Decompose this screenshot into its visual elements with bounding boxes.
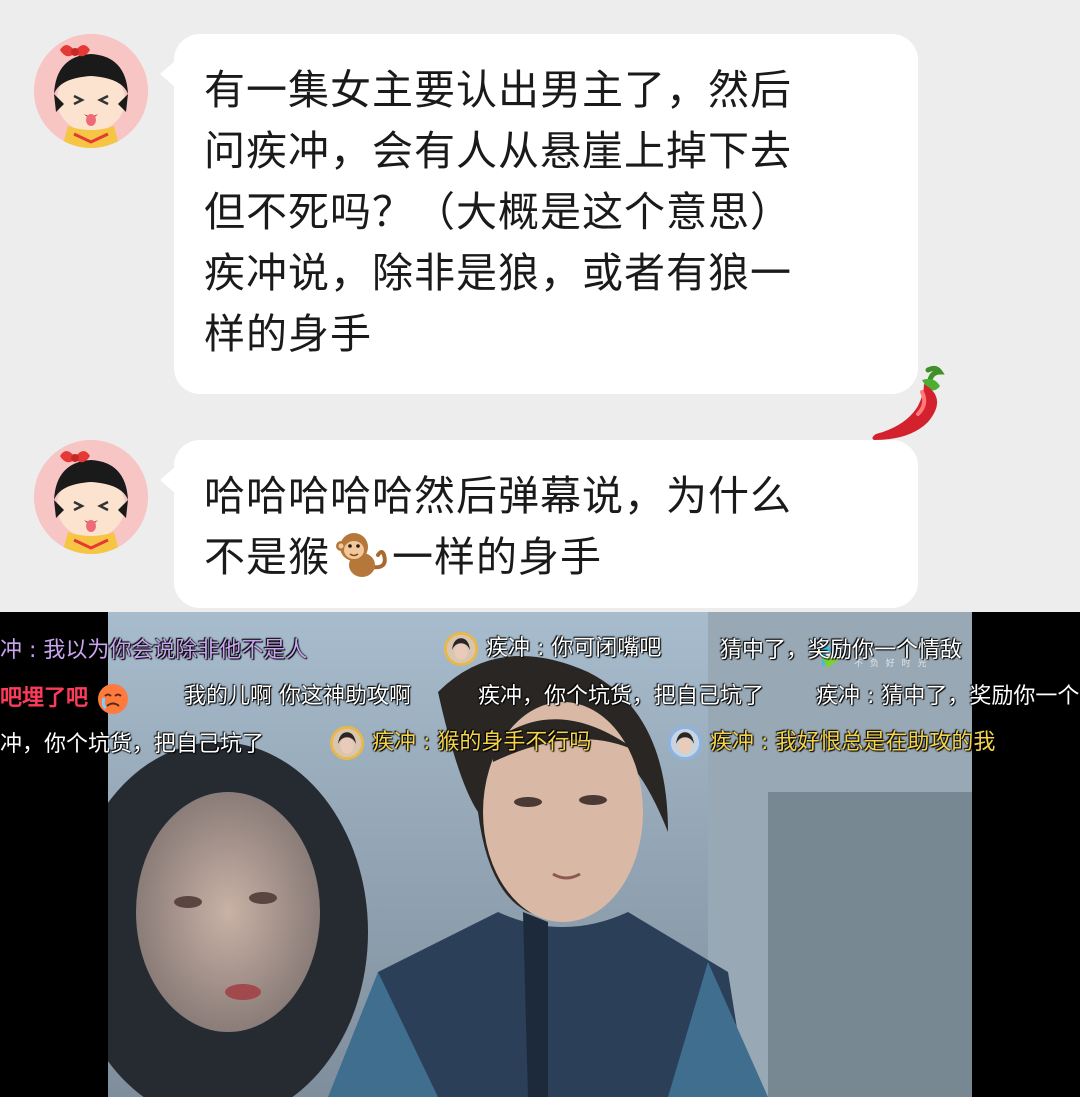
message-line: 有一集女主要认出男主了，然后 [204,66,792,114]
message-line: 疾冲说，除非是狼，或者有狼一 [204,249,792,297]
danmaku-layer: 冲 : 我以为你会说除非他不是人 疾冲 : 你可闭嘴吧 猜中了，奖励你一个情敌 … [0,612,1080,1097]
danmaku-comment: 猜中了，奖励你一个情敌 [720,636,962,666]
danmaku-comment: 疾冲，你个坑货，把自己坑了 [478,682,764,712]
danmaku-comment: 冲，你个坑货，把自己坑了 [0,730,264,760]
danmaku-text: 疾冲 : 猴的身手不行吗 [372,730,592,755]
danmaku-text: 猜中了，奖励你一个情敌 [720,638,963,663]
avatar [330,726,364,760]
avatar [668,726,702,760]
avatar[interactable] [34,34,148,148]
video-player[interactable]: 不 负 好 时 光 冲 : 我以为你会说除非他不是人 疾冲 : 你可闭嘴吧 猜中… [0,612,1080,1097]
danmaku-text: 疾冲 : 你可闭嘴吧 [486,636,662,661]
monkey-emoji-icon [332,529,390,579]
chat-area: 有一集女主要认出男主了，然后 问疾冲，会有人从悬崖上掉下去 但不死吗？（大概是这… [0,0,1080,612]
chili-pepper-icon[interactable] [866,362,950,446]
message-line: 问疾冲，会有人从悬崖上掉下去 [204,127,792,175]
danmaku-text: 疾冲 : 猜中了，奖励你一个 [816,684,1080,709]
avatar [444,632,478,666]
danmaku-comment: 吧埋了吧 [0,682,130,716]
danmaku-comment: 疾冲 : 你可闭嘴吧 [444,632,661,666]
danmaku-comment: 疾冲 : 猜中了，奖励你一个 [816,682,1079,712]
danmaku-text: 疾冲，你个坑货，把自己坑了 [478,684,765,709]
danmaku-text: 吧埋了吧 [0,686,89,711]
message-line: 样的身手 [204,310,372,358]
message-line: 不是猴 一样的身手 [204,527,890,588]
danmaku-text: 冲 : 我以为你会说除非他不是人 [0,638,308,663]
message-bubble[interactable]: 哈哈哈哈哈然后弹幕说，为什么 不是猴 一样的身手 [174,440,918,608]
danmaku-comment: 疾冲 : 我好恨总是在助攻的我 [668,726,995,760]
danmaku-text: 冲，你个坑货，把自己坑了 [0,732,265,757]
message-text: 不是猴 [204,533,330,581]
danmaku-comment: 冲 : 我以为你会说除非他不是人 [0,636,307,666]
message-text: 一样的身手 [392,533,602,581]
message-line: 但不死吗？（大概是这个意思） [204,188,792,236]
danmaku-text: 疾冲 : 我好恨总是在助攻的我 [710,730,996,755]
danmaku-comment: 我的儿啊 你这神助攻啊 [184,682,411,712]
danmaku-comment: 疾冲 : 猴的身手不行吗 [330,726,591,760]
crying-face-icon [96,682,130,716]
message-line: 哈哈哈哈哈然后弹幕说，为什么 [204,472,792,520]
message-bubble[interactable]: 有一集女主要认出男主了，然后 问疾冲，会有人从悬崖上掉下去 但不死吗？（大概是这… [174,34,918,394]
danmaku-text: 我的儿啊 你这神助攻啊 [184,684,411,709]
avatar[interactable] [34,440,148,554]
